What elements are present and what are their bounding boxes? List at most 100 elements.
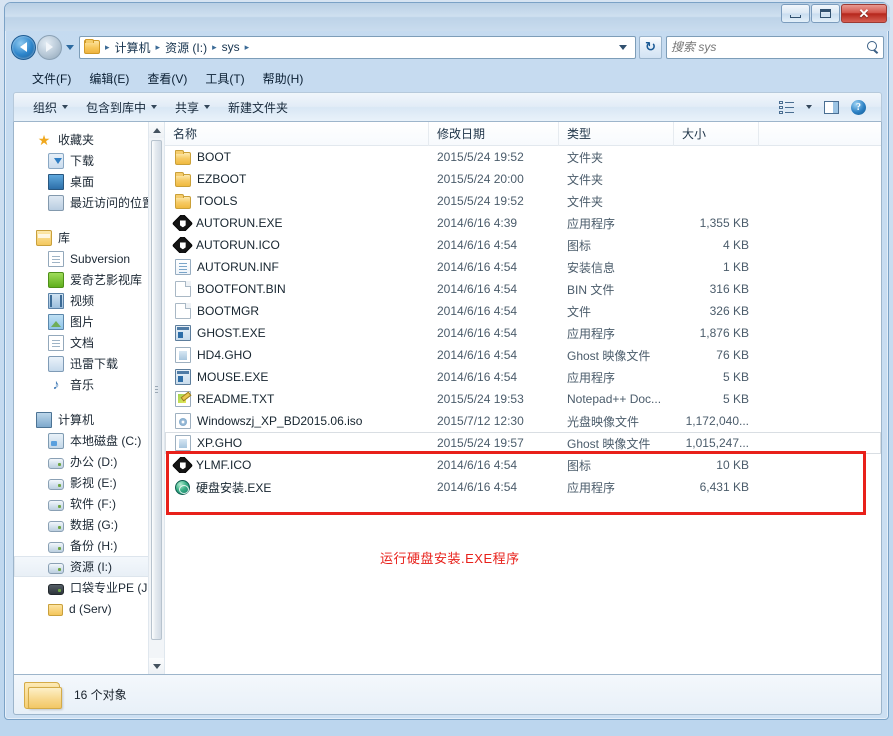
sidebar-item-libraries[interactable]: 库 bbox=[14, 227, 164, 248]
navigation-scrollbar[interactable] bbox=[148, 122, 164, 674]
table-row[interactable]: BOOTFONT.BIN2014/6/16 4:54BIN 文件316 KB bbox=[165, 278, 881, 300]
views-button[interactable] bbox=[774, 98, 799, 117]
table-row[interactable]: BOOT2015/5/24 19:52文件夹 bbox=[165, 146, 881, 168]
new-folder-label: 新建文件夹 bbox=[228, 99, 288, 116]
menu-help[interactable]: 帮助(H) bbox=[254, 67, 313, 90]
scroll-down-button[interactable] bbox=[149, 658, 164, 674]
sidebar-item-iqiyi[interactable]: 爱奇艺影视库 bbox=[14, 269, 164, 290]
sidebar-item-drive-i[interactable]: 资源 (I:) bbox=[14, 556, 164, 577]
column-header-size[interactable]: 大小 bbox=[674, 122, 759, 146]
sidebar-item-drive-c[interactable]: 本地磁盘 (C:) bbox=[14, 430, 164, 451]
file-type-cell: 应用程序 bbox=[559, 479, 674, 496]
folder-icon bbox=[84, 40, 100, 54]
file-type-cell: Ghost 映像文件 bbox=[559, 347, 674, 364]
sidebar-item-videos[interactable]: 视频 bbox=[14, 290, 164, 311]
organize-button[interactable]: 组织 bbox=[24, 95, 77, 120]
breadcrumb-item-1[interactable]: 资源 (I:) bbox=[162, 38, 210, 57]
file-name-cell: GHOST.EXE bbox=[165, 325, 429, 341]
diamond-icon bbox=[172, 457, 193, 473]
navigation-scroll-content: ★ 收藏夹 下载 桌面 最近访问的位置 bbox=[14, 122, 164, 619]
search-input[interactable] bbox=[671, 40, 866, 54]
table-row[interactable]: README.TXT2015/5/24 19:53Notepad++ Doc..… bbox=[165, 388, 881, 410]
column-header-type[interactable]: 类型 bbox=[559, 122, 674, 146]
file-size-cell: 76 KB bbox=[674, 348, 759, 362]
menu-file[interactable]: 文件(F) bbox=[23, 67, 80, 90]
sidebar-label: 音乐 bbox=[70, 376, 94, 393]
iqiyi-icon bbox=[48, 272, 64, 288]
sidebar-item-documents[interactable]: 文档 bbox=[14, 332, 164, 353]
sidebar-item-subversion[interactable]: Subversion bbox=[14, 248, 164, 269]
sidebar-item-drive-g[interactable]: 数据 (G:) bbox=[14, 514, 164, 535]
table-row[interactable]: AUTORUN.ICO2014/6/16 4:54图标4 KB bbox=[165, 234, 881, 256]
table-row[interactable]: 硬盘安装.EXE2014/6/16 4:54应用程序6,431 KB bbox=[165, 476, 881, 498]
table-row[interactable]: HD4.GHO2014/6/16 4:54Ghost 映像文件76 KB bbox=[165, 344, 881, 366]
preview-pane-button[interactable] bbox=[819, 98, 844, 117]
sidebar-label: 库 bbox=[58, 229, 70, 246]
chevron-down-icon bbox=[151, 105, 157, 109]
sidebar-label: 收藏夹 bbox=[58, 131, 94, 148]
status-bar: 16 个对象 bbox=[13, 675, 882, 715]
sidebar-item-drive-h[interactable]: 备份 (H:) bbox=[14, 535, 164, 556]
menu-tools[interactable]: 工具(T) bbox=[196, 67, 253, 90]
sidebar-item-computer[interactable]: 计算机 bbox=[14, 409, 164, 430]
sidebar-item-downloads[interactable]: 下载 bbox=[14, 150, 164, 171]
scroll-up-button[interactable] bbox=[149, 122, 164, 138]
sidebar-label: 迅雷下载 bbox=[70, 355, 118, 372]
file-name-cell: BOOT bbox=[165, 150, 429, 165]
file-name-cell: AUTORUN.EXE bbox=[165, 215, 429, 231]
column-header-name[interactable]: 名称 bbox=[165, 122, 429, 146]
menu-edit[interactable]: 编辑(E) bbox=[80, 67, 138, 90]
column-header-date[interactable]: 修改日期 bbox=[429, 122, 559, 146]
table-row[interactable]: AUTORUN.INF2014/6/16 4:54安装信息1 KB bbox=[165, 256, 881, 278]
sidebar-item-pictures[interactable]: 图片 bbox=[14, 311, 164, 332]
sidebar-item-drive-j[interactable]: 口袋专业PE (J:) bbox=[14, 577, 164, 598]
folder-icon bbox=[175, 174, 191, 187]
maximize-button[interactable] bbox=[811, 4, 840, 23]
table-row[interactable]: GHOST.EXE2014/6/16 4:54应用程序1,876 KB bbox=[165, 322, 881, 344]
table-row[interactable]: Windowszj_XP_BD2015.06.iso2015/7/12 12:3… bbox=[165, 410, 881, 432]
sidebar-item-drive-e[interactable]: 影视 (E:) bbox=[14, 472, 164, 493]
table-row[interactable]: TOOLS2015/5/24 19:52文件夹 bbox=[165, 190, 881, 212]
diamond-icon bbox=[172, 237, 193, 253]
address-dropdown-icon[interactable] bbox=[619, 45, 627, 50]
new-folder-button[interactable]: 新建文件夹 bbox=[219, 95, 297, 120]
search-box[interactable] bbox=[666, 36, 884, 59]
scrollbar-thumb[interactable] bbox=[151, 140, 162, 640]
txt-icon bbox=[175, 391, 191, 407]
file-type-cell: Ghost 映像文件 bbox=[559, 435, 674, 452]
file-name-cell: BOOTFONT.BIN bbox=[165, 281, 429, 297]
table-row[interactable]: YLMF.ICO2014/6/16 4:54图标10 KB bbox=[165, 454, 881, 476]
forward-button[interactable] bbox=[37, 35, 62, 60]
breadcrumb-item-2[interactable]: sys bbox=[219, 39, 243, 55]
sidebar-item-music[interactable]: ♪ 音乐 bbox=[14, 374, 164, 395]
maximize-icon bbox=[820, 9, 831, 18]
minimize-button[interactable] bbox=[781, 4, 810, 23]
sidebar-item-thunder-downloads[interactable]: 迅雷下载 bbox=[14, 353, 164, 374]
table-row[interactable]: XP.GHO2015/5/24 19:57Ghost 映像文件1,015,247… bbox=[165, 432, 881, 454]
chevron-down-icon bbox=[204, 105, 210, 109]
refresh-button[interactable]: ↻ bbox=[639, 36, 662, 59]
history-dropdown-icon[interactable] bbox=[66, 45, 74, 50]
sidebar-item-drive-d[interactable]: 办公 (D:) bbox=[14, 451, 164, 472]
table-row[interactable]: BOOTMGR2014/6/16 4:54文件326 KB bbox=[165, 300, 881, 322]
sidebar-item-favorites[interactable]: ★ 收藏夹 bbox=[14, 129, 164, 150]
table-row[interactable]: AUTORUN.EXE2014/6/16 4:39应用程序1,355 KB bbox=[165, 212, 881, 234]
back-button[interactable] bbox=[11, 35, 36, 60]
include-in-library-button[interactable]: 包含到库中 bbox=[77, 95, 166, 120]
breadcrumb-item-0[interactable]: 计算机 bbox=[112, 38, 154, 57]
file-name-cell: README.TXT bbox=[165, 391, 429, 407]
sidebar-label: 桌面 bbox=[70, 173, 94, 190]
sidebar-item-d-serv[interactable]: d (Serv) bbox=[14, 598, 164, 619]
menu-view[interactable]: 查看(V) bbox=[138, 67, 196, 90]
sidebar-item-desktop[interactable]: 桌面 bbox=[14, 171, 164, 192]
sidebar-item-drive-f[interactable]: 软件 (F:) bbox=[14, 493, 164, 514]
share-button[interactable]: 共享 bbox=[166, 95, 219, 120]
close-button[interactable]: ✕ bbox=[841, 4, 887, 23]
close-icon: ✕ bbox=[859, 7, 870, 20]
help-button[interactable]: ? bbox=[846, 97, 871, 118]
table-row[interactable]: EZBOOT2015/5/24 20:00文件夹 bbox=[165, 168, 881, 190]
address-bar[interactable]: ▸ 计算机 ▸ 资源 (I:) ▸ sys ▸ bbox=[79, 36, 636, 59]
sidebar-item-recent-places[interactable]: 最近访问的位置 bbox=[14, 192, 164, 213]
views-dropdown-button[interactable] bbox=[801, 102, 817, 112]
table-row[interactable]: MOUSE.EXE2014/6/16 4:54应用程序5 KB bbox=[165, 366, 881, 388]
